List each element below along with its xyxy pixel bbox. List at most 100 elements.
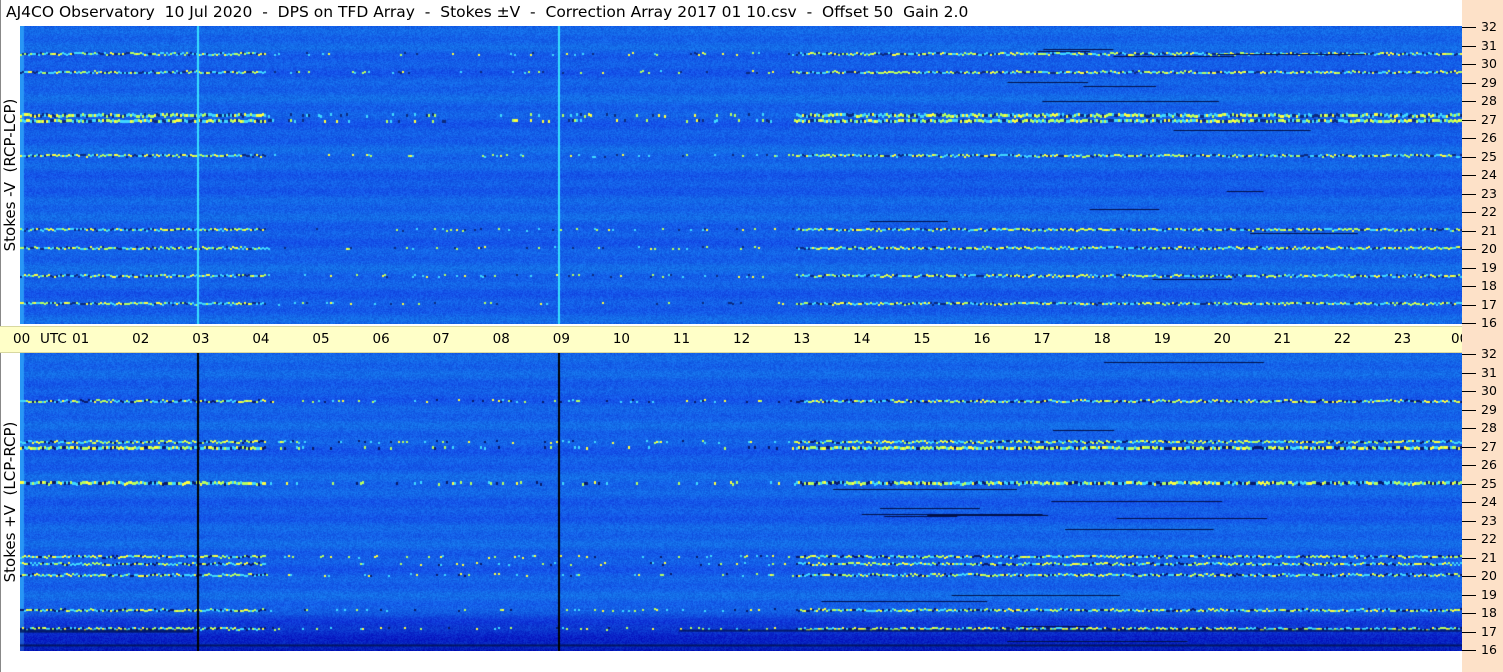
frequency-tick-label: 27 (1481, 112, 1497, 127)
frequency-tick (1462, 502, 1476, 503)
frequency-tick (1462, 632, 1476, 633)
frequency-tick-label: 17 (1481, 624, 1497, 639)
utc-unit-label: UTC (40, 331, 67, 347)
bottom-panel-ylabel-text: Stokes +V (LCP-RCP) (1, 421, 19, 583)
hour-tick-label: 14 (853, 331, 871, 347)
frequency-tick-label: 27 (1481, 439, 1497, 454)
frequency-tick-label: 24 (1481, 494, 1497, 509)
hour-tick-label: 05 (312, 331, 330, 347)
frequency-tick-label: 21 (1481, 550, 1497, 565)
hour-tick-label: 13 (793, 331, 811, 347)
frequency-tick-label: 22 (1481, 204, 1497, 219)
frequency-tick (1462, 120, 1476, 121)
utc-time-axis: 00 UTC 01 02 03 04 05 06 07 08 09 10 11 12 13 14 15 16 17 1… (0, 326, 1503, 353)
frequency-tick (1462, 27, 1476, 28)
frequency-tick (1462, 323, 1476, 324)
frequency-tick-label: 30 (1481, 383, 1497, 398)
page-title: AJ4CO Observatory 10 Jul 2020 - DPS on T… (6, 3, 969, 21)
hour-tick-label: 04 (252, 331, 270, 347)
top-panel-ylabel-text: Stokes -V (RCP-LCP) (1, 98, 19, 252)
frequency-tick-label: 25 (1481, 149, 1497, 164)
frequency-tick (1462, 157, 1476, 158)
frequency-tick (1462, 650, 1476, 651)
stokes-plus-v-spectrogram (20, 353, 1462, 651)
frequency-tick (1462, 465, 1476, 466)
frequency-tick-label: 32 (1481, 19, 1497, 34)
frequency-tick-label: 28 (1481, 420, 1497, 435)
frequency-tick (1462, 410, 1476, 411)
frequency-tick (1462, 231, 1476, 232)
hour-tick-label: 10 (612, 331, 631, 347)
frequency-tick-label: 29 (1481, 402, 1497, 417)
frequency-tick (1462, 46, 1476, 47)
frequency-tick-label: 19 (1481, 260, 1497, 275)
frequency-tick (1462, 613, 1476, 614)
hour-tick-label: 21 (1273, 331, 1291, 347)
frequency-tick-label: 23 (1481, 513, 1497, 528)
frequency-tick (1462, 175, 1476, 176)
frequency-tick-label: 26 (1481, 457, 1497, 472)
frequency-tick-label: 16 (1481, 642, 1497, 657)
frequency-tick-label: 23 (1481, 186, 1497, 201)
hour-tick-label: 09 (552, 331, 570, 347)
frequency-tick-label: 31 (1481, 38, 1497, 53)
hour-tick-label: 18 (1093, 331, 1111, 347)
hour-tick-label: 02 (132, 331, 150, 347)
frequency-tick (1462, 484, 1476, 485)
frequency-tick-label: 28 (1481, 93, 1497, 108)
frequency-tick (1462, 64, 1476, 65)
frequency-tick-label: 19 (1481, 587, 1497, 602)
hour-tick-label: 08 (492, 331, 510, 347)
frequency-tick (1462, 428, 1476, 429)
frequency-tick-label: 21 (1481, 223, 1497, 238)
frequency-tick (1462, 595, 1476, 596)
hour-tick-label: 22 (1333, 331, 1352, 347)
frequency-tick (1462, 558, 1476, 559)
stokes-minus-v-spectrogram (20, 26, 1462, 324)
frequency-tick-label: 16 (1481, 315, 1497, 330)
hour-tick-label: 12 (733, 331, 751, 347)
spectrogram-window: AJ4CO Observatory 10 Jul 2020 - DPS on T… (0, 0, 1503, 672)
frequency-tick-label: 20 (1481, 241, 1497, 256)
frequency-tick (1462, 521, 1476, 522)
hour-tick-label: 11 (672, 331, 691, 347)
frequency-tick-label: 20 (1481, 568, 1497, 583)
hour-tick-label: 17 (1033, 331, 1051, 347)
frequency-tick (1462, 447, 1476, 448)
hour-tick-label: 16 (973, 331, 991, 347)
hour-tick-label: 23 (1393, 331, 1412, 347)
frequency-tick-label: 26 (1481, 130, 1497, 145)
hour-tick-label: 06 (372, 331, 390, 347)
frequency-tick (1462, 83, 1476, 84)
frequency-tick-label: 18 (1481, 278, 1497, 293)
frequency-tick-label: 29 (1481, 75, 1497, 90)
frequency-tick (1462, 194, 1476, 195)
frequency-tick-label: 18 (1481, 605, 1497, 620)
frequency-tick-label: 22 (1481, 531, 1497, 546)
frequency-tick (1462, 354, 1476, 355)
bottom-panel-ylabel: Stokes +V (LCP-RCP) (0, 353, 20, 651)
hour-tick-label: 15 (913, 331, 931, 347)
hour-tick-label: 00 (13, 331, 31, 347)
hour-tick-label: 03 (192, 331, 210, 347)
frequency-tick-label: 17 (1481, 297, 1497, 312)
frequency-tick-label: 32 (1481, 346, 1497, 361)
frequency-tick-label: 31 (1481, 365, 1497, 380)
hour-tick-label: 07 (432, 331, 450, 347)
frequency-tick (1462, 305, 1476, 306)
top-panel-ylabel: Stokes -V (RCP-LCP) (0, 26, 20, 324)
hour-tick-label: 20 (1213, 331, 1231, 347)
frequency-tick (1462, 249, 1476, 250)
frequency-tick (1462, 286, 1476, 287)
frequency-tick (1462, 212, 1476, 213)
frequency-tick-label: 30 (1481, 56, 1497, 71)
frequency-tick (1462, 539, 1476, 540)
hour-tick-label: 01 (72, 331, 90, 347)
frequency-tick (1462, 101, 1476, 102)
frequency-tick (1462, 138, 1476, 139)
frequency-tick-label: 25 (1481, 476, 1497, 491)
frequency-tick (1462, 391, 1476, 392)
frequency-tick (1462, 373, 1476, 374)
frequency-tick (1462, 268, 1476, 269)
hour-tick-label: 19 (1153, 331, 1171, 347)
